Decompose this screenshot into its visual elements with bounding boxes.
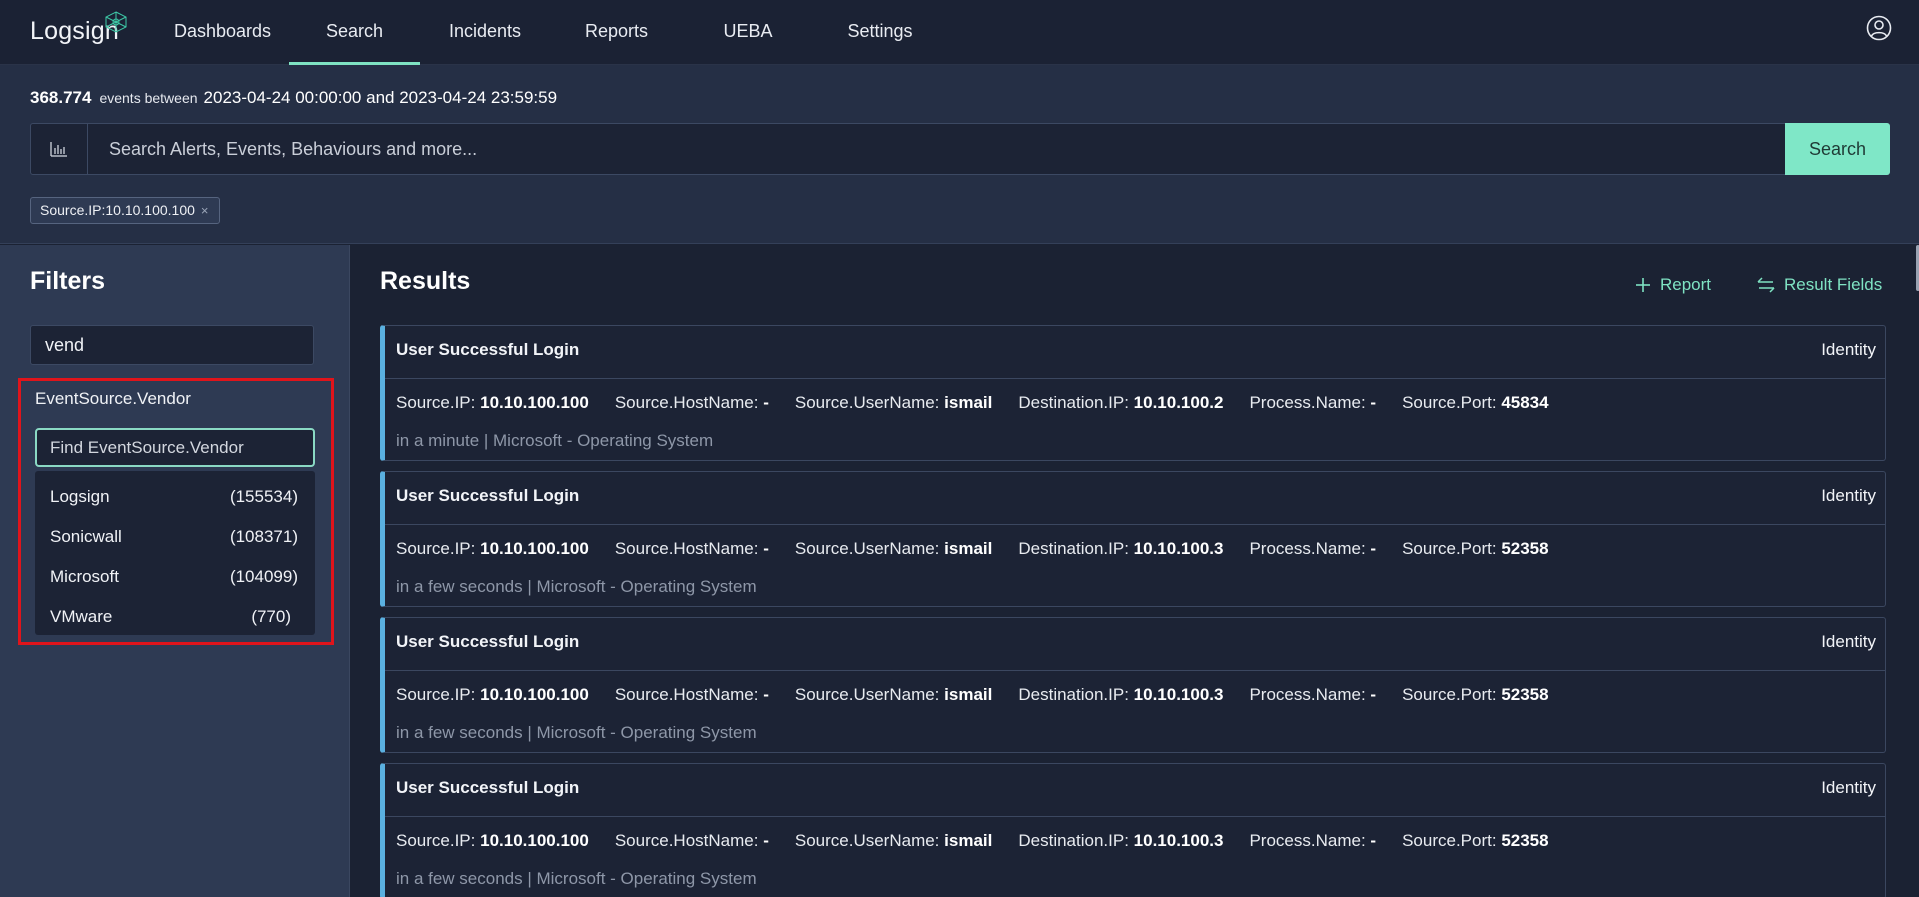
vendor-item-logsign[interactable]: Logsign (155534) [35,477,315,515]
find-vendor-input[interactable] [35,428,315,467]
vendor-item-sonicwall[interactable]: Sonicwall (108371) [35,517,315,555]
result-title: User Successful Login [396,486,580,505]
result-title: User Successful Login [396,340,580,359]
result-meta: in a few seconds | Microsoft - Operating… [396,869,757,888]
date-range[interactable]: 2023-04-24 00:00:00 and 2023-04-24 23:59… [204,88,558,107]
events-summary: 368.774 events between 2023-04-24 00:00:00… [30,88,557,108]
plus-icon [1636,278,1650,292]
result-category: Identity [1821,486,1876,505]
logo-mesh-icon [105,11,127,33]
vendor-count: (155534) [229,487,298,506]
result-fields: Source.IP: 10.10.100.100 Source.HostName:… [396,539,1575,559]
field-source-ip[interactable]: Source.IP: 10.10.100.100 [396,685,589,704]
vendor-name: Microsoft [50,567,119,586]
result-card[interactable]: User Successful Login Identity Source.IP… [380,325,1886,461]
vendor-list: Logsign (155534) Sonicwall (108371) Micr… [35,471,315,635]
logo[interactable]: Logsign [30,11,127,47]
bar-chart-icon [50,142,67,157]
card-divider [385,524,1885,525]
field-process-name[interactable]: Process.Name: - [1249,539,1376,558]
swap-arrows-icon [1757,277,1775,293]
vendor-item-vmware[interactable]: VMware (770) [35,597,315,635]
nav-search[interactable]: Search [289,0,420,65]
field-source-port[interactable]: Source.Port: 45834 [1402,393,1549,412]
field-source-ip[interactable]: Source.IP: 10.10.100.100 [396,539,589,558]
histogram-toggle-button[interactable] [31,124,88,174]
results-panel: Results Report Result Fields User Succes… [351,245,1919,897]
nav-ueba[interactable]: UEBA [706,0,790,65]
filters-title: Filters [30,267,106,295]
card-divider [385,816,1885,817]
field-destination-ip[interactable]: Destination.IP: 10.10.100.3 [1018,539,1223,558]
result-fields: Source.IP: 10.10.100.100 Source.HostName:… [396,831,1575,851]
field-source-username[interactable]: Source.UserName: ismail [795,831,993,850]
filter-search-input[interactable] [30,325,314,365]
vendor-name: VMware [50,607,113,626]
result-meta: in a minute | Microsoft - Operating Syst… [396,431,714,450]
field-destination-ip[interactable]: Destination.IP: 10.10.100.3 [1018,831,1223,850]
field-process-name[interactable]: Process.Name: - [1249,831,1376,850]
vendor-count: (770) [251,607,291,626]
result-fields: Source.IP: 10.10.100.100 Source.HostName:… [396,393,1575,413]
events-between-label: events between [99,90,198,106]
result-meta: in a few seconds | Microsoft - Operating… [396,723,757,742]
result-card[interactable]: User Successful Login Identity Source.IP… [380,763,1886,897]
vendor-name: Logsign [50,487,110,506]
field-source-hostname[interactable]: Source.HostName: - [615,393,769,412]
result-fields: Source.IP: 10.10.100.100 Source.HostName:… [396,685,1575,705]
card-divider [385,378,1885,379]
field-source-port[interactable]: Source.Port: 52358 [1402,685,1549,704]
field-process-name[interactable]: Process.Name: - [1249,685,1376,704]
card-divider [385,670,1885,671]
filter-chip-label: Source.IP:10.10.100.100 [40,202,195,218]
report-label: Report [1660,275,1712,294]
user-profile-icon[interactable] [1866,15,1892,41]
vendor-item-microsoft[interactable]: Microsoft (104099) [35,557,315,595]
vendor-name: Sonicwall [50,527,122,546]
result-card[interactable]: User Successful Login Identity Source.IP… [380,617,1886,753]
field-process-name[interactable]: Process.Name: - [1249,393,1376,412]
field-source-port[interactable]: Source.Port: 52358 [1402,831,1549,850]
filters-sidebar: Filters EventSource.Vendor Logsign (1555… [0,245,350,897]
result-title: User Successful Login [396,632,580,651]
search-bar: Search [30,123,1890,175]
result-fields-button[interactable]: Result Fields [1757,275,1882,295]
vendor-count: (108371) [229,527,298,546]
top-navbar: Logsign Dashboards Search Incidents Repo… [0,0,1919,65]
field-source-hostname[interactable]: Source.HostName: - [615,685,769,704]
result-category: Identity [1821,632,1876,651]
chip-close-icon[interactable]: × [201,203,209,218]
result-meta: in a few seconds | Microsoft - Operating… [396,577,757,596]
nav-reports[interactable]: Reports [570,0,663,65]
field-source-hostname[interactable]: Source.HostName: - [615,831,769,850]
nav-incidents[interactable]: Incidents [435,0,535,65]
field-source-port[interactable]: Source.Port: 52358 [1402,539,1549,558]
result-category: Identity [1821,340,1876,359]
field-source-username[interactable]: Source.UserName: ismail [795,685,993,704]
field-destination-ip[interactable]: Destination.IP: 10.10.100.3 [1018,685,1223,704]
field-source-hostname[interactable]: Source.HostName: - [615,539,769,558]
field-source-username[interactable]: Source.UserName: ismail [795,393,993,412]
field-source-ip[interactable]: Source.IP: 10.10.100.100 [396,831,589,850]
result-fields-label: Result Fields [1784,275,1883,294]
field-source-ip[interactable]: Source.IP: 10.10.100.100 [396,393,589,412]
filter-group-title[interactable]: EventSource.Vendor [35,389,191,409]
results-title: Results [380,267,471,295]
search-input[interactable] [89,124,1814,174]
field-destination-ip[interactable]: Destination.IP: 10.10.100.2 [1018,393,1223,412]
vendor-count: (104099) [229,567,298,586]
field-source-username[interactable]: Source.UserName: ismail [795,539,993,558]
filter-chip-source-ip: Source.IP:10.10.100.100 × [30,197,220,224]
nav-settings[interactable]: Settings [830,0,930,65]
result-title: User Successful Login [396,778,580,797]
event-count: 368.774 [30,88,92,107]
search-panel: 368.774 events between 2023-04-24 00:00:00… [0,65,1919,244]
result-card[interactable]: User Successful Login Identity Source.IP… [380,471,1886,607]
search-button[interactable]: Search [1785,123,1890,175]
result-category: Identity [1821,778,1876,797]
add-report-button[interactable]: Report [1635,275,1711,295]
nav-dashboards[interactable]: Dashboards [165,0,280,65]
